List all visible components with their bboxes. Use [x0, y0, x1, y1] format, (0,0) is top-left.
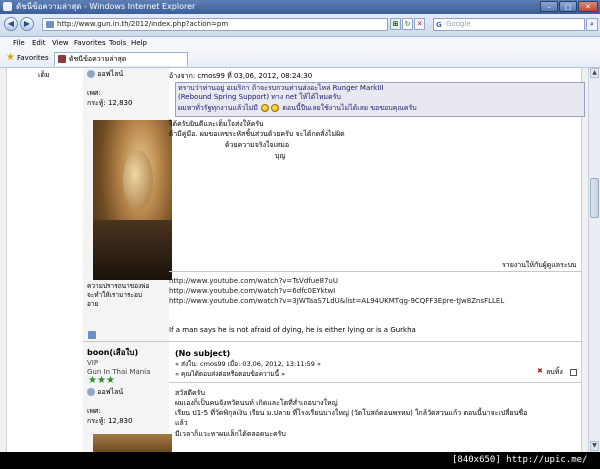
- scroll-up-icon[interactable]: ▲: [590, 68, 599, 78]
- body-line-4: บุญ: [275, 152, 286, 160]
- footer-text: [840x650] http://upic.me/: [452, 455, 588, 465]
- post-count: กระทู้: 12,830: [87, 99, 133, 107]
- post-separator: [83, 341, 583, 342]
- gender-label: เพศ:: [87, 89, 101, 97]
- post-sent-line: « ส่งใน: cmos99 เมื่อ: 03,06, 2012, 13:1…: [175, 360, 321, 368]
- refresh-button[interactable]: ↻: [402, 18, 413, 30]
- compatibility-button[interactable]: ⊞: [390, 18, 401, 30]
- avatar-figure: [123, 150, 153, 210]
- quote-line-2: (Rebound Spring Support) ทาง net ให้ได้ไ…: [178, 93, 341, 101]
- site-icon: [46, 21, 54, 28]
- avatar-2: [93, 434, 172, 452]
- profile-icon[interactable]: [88, 331, 96, 339]
- post-reply-line[interactable]: « คุณได้ตอบส่งต่อหรือตอบข้อความนี้ »: [175, 370, 285, 379]
- vertical-scrollbar[interactable]: ▲ ▼: [588, 68, 600, 452]
- divider-2: [169, 382, 581, 383]
- status-icon: [87, 388, 95, 396]
- body-line-3: ด้วยความจริงใจเสมอ: [225, 141, 290, 149]
- search-icon[interactable]: ⌕: [586, 18, 598, 31]
- body2-line-3: เรียน ป1-5 ที่วัดพิกุลเงิน เรียน ม.ปลาย …: [175, 409, 528, 417]
- divider: [169, 271, 581, 272]
- quote-line-1: ทราบว่าท่านอยู่ อเมริกา ถ้าจะรบกวนท่านส่…: [178, 84, 384, 92]
- member-role: VIP: [87, 359, 99, 367]
- window-title: ดัชนีข้อความล่าสุด - Windows Internet Ex…: [16, 2, 196, 11]
- delete-icon[interactable]: ✖: [537, 367, 543, 376]
- tab-title: ดัชนีข้อความล่าสุด: [69, 55, 127, 63]
- favorites-bar: ★ Favorites ดัชนีข้อความล่าสุด: [0, 50, 600, 68]
- author-name[interactable]: boon(เสือใบ): [87, 348, 138, 357]
- rank-star-icon: ★: [97, 375, 106, 386]
- smiley-icon-2: [271, 104, 280, 112]
- signature: If a man says he is not afraid of dying,…: [169, 326, 416, 334]
- address-input[interactable]: http://www.gun.in.th/2012/index.php?acti…: [42, 18, 388, 31]
- body-line-1: ได้ครับยินดีและเต็มใจส่งให้ครับ: [169, 120, 264, 128]
- rank-star-icon: ★: [88, 375, 97, 386]
- star-icon[interactable]: ★: [6, 53, 15, 63]
- quote-header: อ้างจาก: cmos99 ที่ 03,06, 2012, 08:24:3…: [169, 72, 313, 80]
- avatar-shadow: [93, 220, 172, 280]
- menu-view[interactable]: View: [52, 39, 69, 48]
- online-status-text: ออฟไลน์: [97, 70, 124, 78]
- maximize-button[interactable]: □: [559, 1, 577, 12]
- back-button[interactable]: ◀: [4, 17, 18, 31]
- google-icon: G: [436, 21, 442, 29]
- body2-line-2: ผมเองก็เป็นคนจังหวัดนนท์ เกิดและโตที่ส่ำ…: [175, 399, 338, 407]
- delete-link[interactable]: ลบทิ้ง: [546, 368, 563, 377]
- search-placeholder: Google: [446, 20, 471, 28]
- body2-line-4: แล้ว: [175, 419, 188, 427]
- avatar-caption-2: จะทำให้เรามาระอบ: [87, 291, 143, 299]
- address-url: http://www.gun.in.th/2012/index.php?acti…: [57, 20, 229, 28]
- favorites-button[interactable]: Favorites: [17, 54, 49, 62]
- menu-tools[interactable]: Tools: [109, 39, 126, 48]
- scroll-down-icon[interactable]: ▼: [590, 441, 599, 451]
- quote-line-3a: ผมหาทั่วรัฐทุกงานแล้วไม่มี: [178, 104, 258, 112]
- rank-star-icon: ★: [106, 375, 115, 386]
- title-bar: ดัชนีข้อความล่าสุด - Windows Internet Ex…: [0, 0, 600, 14]
- scroll-thumb[interactable]: [590, 178, 599, 218]
- menu-favorites[interactable]: Favorites: [74, 39, 106, 48]
- menu-edit[interactable]: Edit: [32, 39, 46, 48]
- page-viewport: เต็ม ออฟไลน์ เพศ: กระทู้: 12,830 ความปรา…: [0, 68, 588, 452]
- gender-label-2: เพศ:: [87, 407, 101, 415]
- post-count-2: กระทู้: 12,830: [87, 417, 133, 425]
- report-link[interactable]: รายงานให้กับผู้ดูแลระบบ: [502, 261, 577, 270]
- forward-button[interactable]: ▶: [20, 17, 34, 31]
- search-input[interactable]: G Google: [433, 18, 585, 31]
- menu-file[interactable]: File: [13, 39, 25, 48]
- menu-bar: File Edit View Favorites Tools Help: [0, 37, 600, 51]
- more-label: เต็ม: [38, 71, 50, 79]
- minimize-button[interactable]: –: [540, 1, 558, 12]
- address-toolbar: ◀ ▶ http://www.gun.in.th/2012/index.php?…: [0, 14, 600, 37]
- browser-window: ดัชนีข้อความล่าสุด - Windows Internet Ex…: [0, 0, 600, 452]
- stop-button[interactable]: ✕: [414, 18, 425, 30]
- avatar: [93, 120, 172, 280]
- browser-tab[interactable]: ดัชนีข้อความล่าสุด: [54, 52, 188, 66]
- smiley-icon: [261, 104, 270, 112]
- quote-box: ทราบว่าท่านอยู่ อเมริกา ถ้าจะรบกวนท่านส่…: [175, 82, 585, 117]
- tab-site-icon: [58, 55, 66, 63]
- video-link-2[interactable]: http://www.youtube.com/watch?v=6dfc0EYkt…: [169, 287, 335, 296]
- avatar-caption-1: ความปรารถนาของพ่อ: [87, 282, 150, 290]
- body-line-2: ถ้ามีคู่มือ. ผมขอเลขระหัสชิ้นส่วนด้วยครั…: [169, 130, 345, 138]
- forum-page: เต็ม ออฟไลน์ เพศ: กระทู้: 12,830 ความปรา…: [6, 68, 585, 452]
- online-status-2: ออฟไลน์: [87, 388, 123, 397]
- body2-line-5: มีเวลาก็แวะหาผมเล็กได้ตลอดนะครับ: [175, 430, 286, 438]
- body2-line-1: สวัสดีครับ: [175, 389, 205, 397]
- menu-help[interactable]: Help: [131, 39, 147, 48]
- image-footer: [840x650] http://upic.me/: [0, 452, 600, 469]
- post-subject[interactable]: (No subject): [175, 349, 230, 358]
- video-link-1[interactable]: http://www.youtube.com/watch?v=TsVdfue87…: [169, 277, 338, 286]
- quote-line-3b: ตอนนี้ปืนเลยใช้งานไม่ได้เลย ขอขอบคุณครับ: [282, 104, 417, 112]
- video-link-3[interactable]: http://www.youtube.com/watch?v=3JWTaaS7L…: [169, 297, 504, 306]
- avatar-caption-3: อาย: [87, 300, 99, 308]
- select-checkbox[interactable]: [570, 369, 577, 376]
- quote-line-3: ผมหาทั่วรัฐทุกงานแล้วไม่มี ตอนนี้ปืนเลยใ…: [178, 104, 417, 113]
- online-status-text-2: ออฟไลน์: [97, 388, 124, 396]
- close-button[interactable]: ✕: [578, 1, 598, 12]
- online-status: ออฟไลน์: [87, 70, 123, 79]
- ie-icon: [3, 2, 12, 11]
- status-icon: [87, 70, 95, 78]
